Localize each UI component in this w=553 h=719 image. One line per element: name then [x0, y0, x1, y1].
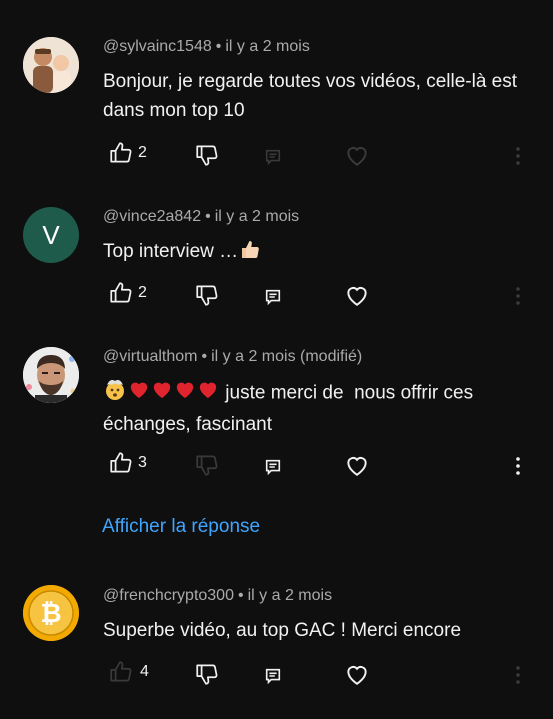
heart-icon [347, 457, 367, 476]
separator-dot: • [201, 348, 208, 365]
emoji-group [103, 377, 220, 410]
more-options-button[interactable] [514, 146, 522, 166]
reply-button[interactable] [264, 667, 282, 685]
comment-icon [265, 668, 281, 685]
avatar[interactable] [23, 37, 79, 93]
more-vert-icon [516, 287, 520, 305]
like-count: 4 [140, 663, 149, 680]
more-vert-icon [516, 457, 520, 475]
comment-text: Top interview … [103, 241, 239, 262]
like-button[interactable]: 4 [108, 659, 149, 685]
heart-button[interactable] [344, 662, 370, 686]
heart-emoji-icon [151, 379, 173, 408]
like-count: 2 [138, 144, 147, 161]
bitcoin-icon: ₿ [23, 585, 79, 641]
avatar-letter: V [42, 219, 60, 250]
like-button[interactable]: 3 [108, 450, 147, 476]
comment-text-row: Top interview … [103, 237, 523, 269]
comment-time: il y a 2 mois (modifié) [211, 348, 363, 365]
thumbs-down-icon [196, 664, 218, 685]
comment-author[interactable]: @virtualthom [103, 348, 198, 365]
heart-icon [347, 287, 367, 306]
comment-text: Bonjour, je regarde toutes vos vidéos, c… [103, 71, 518, 121]
show-replies-link[interactable]: Afficher la réponse [102, 516, 260, 538]
comment-icon [265, 149, 281, 166]
separator-dot: • [205, 208, 211, 225]
more-vert-icon [516, 666, 520, 684]
heart-icon [347, 147, 367, 166]
dislike-button[interactable] [194, 661, 220, 687]
dislike-button[interactable] [194, 452, 220, 478]
dislike-button[interactable] [194, 142, 220, 168]
thumbs-up-icon [110, 661, 132, 682]
thumbs-down-icon [196, 285, 218, 306]
more-vert-icon [516, 147, 520, 165]
separator-dot: • [215, 38, 222, 55]
thumbs-down-icon [196, 455, 218, 476]
heart-emoji-icon [174, 379, 196, 408]
comment-author[interactable]: @frenchcrypto300 [103, 587, 234, 604]
more-options-button[interactable] [514, 456, 522, 476]
comment-time: il y a 2 mois [214, 208, 300, 225]
comment-author[interactable]: @vince2a842 [103, 208, 201, 225]
thumbs-up-icon [110, 142, 132, 163]
svg-text:₿: ₿ [40, 599, 61, 629]
thumbs-up-icon [110, 282, 132, 303]
like-button[interactable]: 2 [108, 140, 147, 166]
dislike-button[interactable] [194, 282, 220, 308]
exploding-head-emoji-icon [103, 377, 127, 410]
comment-time: il y a 2 mois [225, 38, 310, 55]
thumbs-up-emoji-icon [239, 238, 261, 269]
comment-icon [265, 459, 281, 476]
separator-dot: • [237, 587, 244, 604]
avatar[interactable] [23, 347, 79, 403]
comment-icon [265, 289, 281, 306]
heart-button[interactable] [344, 143, 370, 167]
reply-button[interactable] [264, 148, 282, 166]
reply-button[interactable] [264, 458, 282, 476]
thumbs-up-icon [110, 452, 132, 473]
like-count: 3 [138, 454, 147, 471]
reply-button[interactable] [264, 288, 282, 306]
thumbs-down-icon [196, 145, 218, 166]
comment-text-row: juste merci de nous offrir ces échanges,… [103, 377, 523, 439]
comment-time: il y a 2 mois [247, 587, 333, 604]
heart-icon [347, 666, 367, 685]
like-button[interactable]: 2 [108, 280, 147, 306]
family-photo-icon [23, 37, 79, 93]
heart-emoji-icon [197, 379, 219, 408]
more-options-button[interactable] [514, 665, 522, 685]
heart-emoji-icon [128, 379, 150, 408]
comment-text: Superbe vidéo, au top GAC ! Merci encore [103, 620, 462, 641]
heart-button[interactable] [344, 453, 370, 477]
avatar[interactable]: V [23, 207, 79, 263]
comment-author[interactable]: @sylvainc1548 [103, 38, 212, 55]
avatar[interactable]: ₿ [23, 585, 79, 641]
man-photo-icon [23, 347, 79, 403]
more-options-button[interactable] [514, 286, 522, 306]
like-count: 2 [138, 284, 147, 301]
heart-button[interactable] [344, 283, 370, 307]
